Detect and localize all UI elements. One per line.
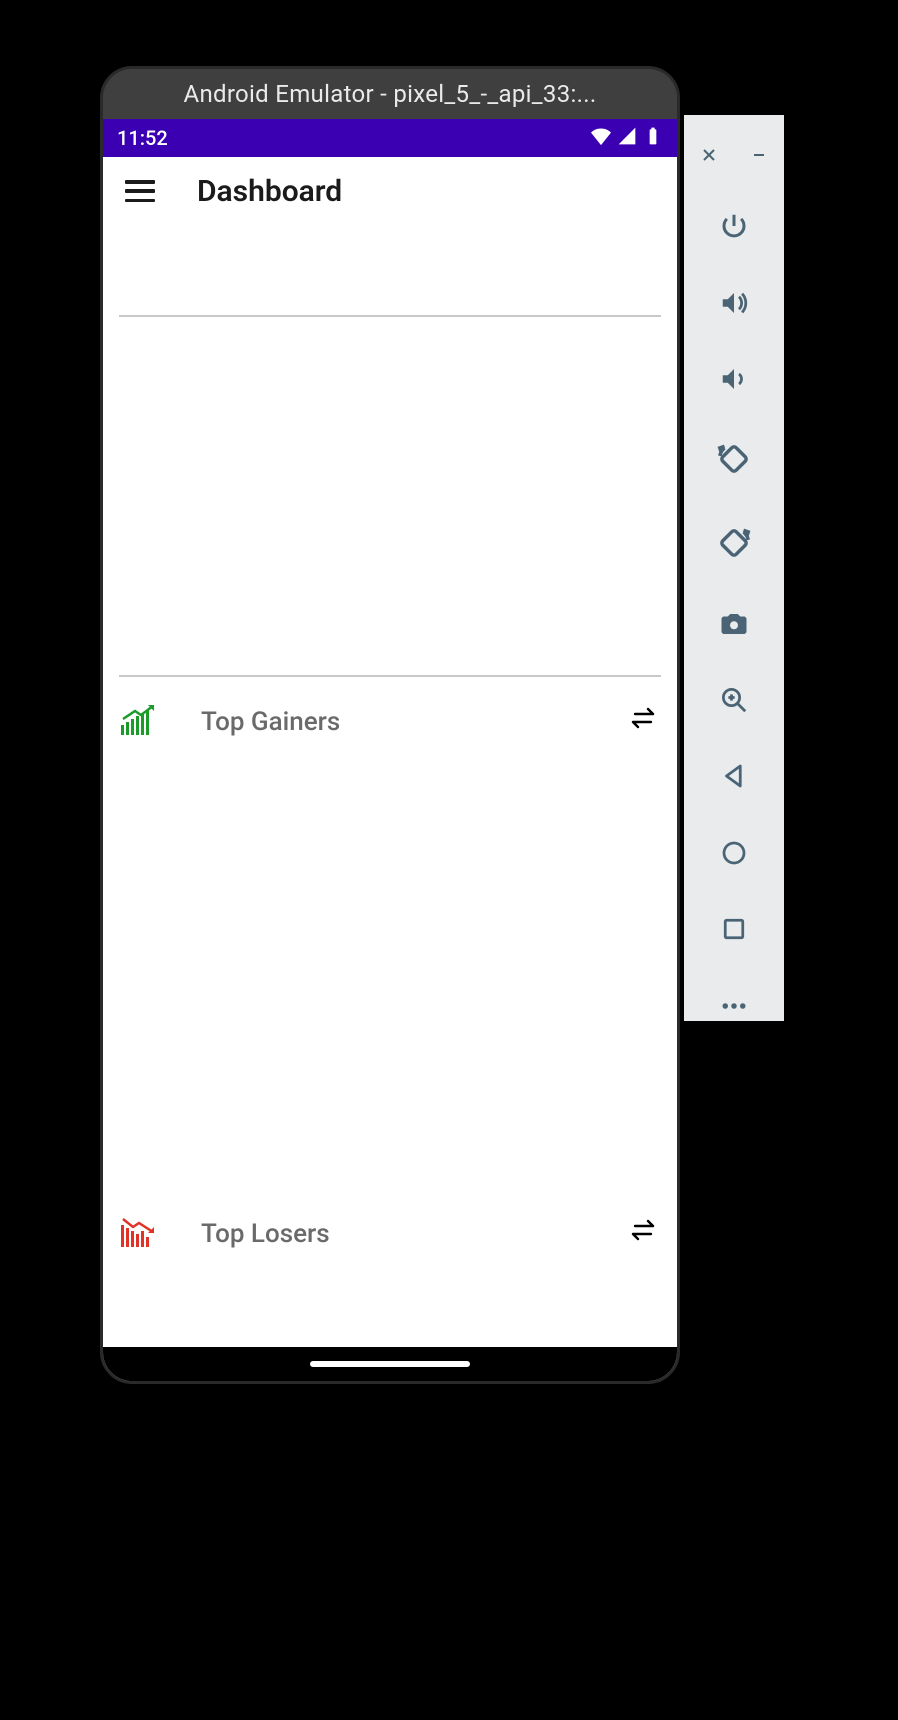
close-emulator-button[interactable] — [689, 135, 729, 175]
android-status-bar: 11:52 — [103, 119, 677, 157]
power-button[interactable] — [714, 211, 754, 241]
back-button[interactable] — [714, 761, 754, 791]
wifi-icon — [591, 126, 611, 151]
battery-icon — [643, 126, 663, 151]
background-strip — [784, 1045, 790, 1195]
chart-up-icon — [121, 705, 157, 739]
section-label: Top Losers — [201, 1219, 330, 1249]
chart-down-icon — [121, 1217, 157, 1251]
minimize-emulator-button[interactable] — [739, 135, 779, 175]
section-top-gainers[interactable]: Top Gainers — [117, 677, 663, 749]
zoom-button[interactable] — [714, 685, 754, 715]
section-top-losers[interactable]: Top Losers — [117, 1189, 663, 1261]
screenshot-button[interactable] — [714, 608, 754, 638]
top-losers-content — [117, 1261, 663, 1301]
app-bar: Dashboard — [103, 157, 677, 225]
blank-panel-middle — [117, 317, 663, 675]
menu-icon[interactable] — [125, 180, 155, 202]
emulator-device-frame: Android Emulator - pixel_5_-_api_33:... … — [100, 66, 680, 1384]
status-icons — [591, 126, 663, 151]
android-gesture-bar[interactable] — [103, 1347, 677, 1381]
emulator-title-bar: Android Emulator - pixel_5_-_api_33:... — [103, 69, 677, 119]
dashboard-content: Top Gainers — [103, 225, 677, 1347]
swap-icon[interactable] — [629, 1219, 657, 1241]
rotate-right-button[interactable] — [714, 524, 754, 562]
cellular-signal-icon — [617, 126, 637, 151]
more-options-button[interactable] — [714, 991, 754, 1021]
overview-button[interactable] — [714, 914, 754, 944]
rotate-left-button[interactable] — [714, 440, 754, 478]
swap-icon[interactable] — [629, 707, 657, 729]
home-button[interactable] — [714, 838, 754, 868]
device-screen: 11:52 Dashboard — [103, 119, 677, 1381]
blank-panel-top — [117, 225, 663, 315]
gesture-handle-icon[interactable] — [310, 1361, 470, 1367]
volume-down-button[interactable] — [714, 364, 754, 394]
emulator-title: Android Emulator - pixel_5_-_api_33:... — [184, 80, 597, 108]
section-label: Top Gainers — [201, 707, 340, 737]
emulator-control-panel — [684, 115, 784, 1021]
status-time: 11:52 — [117, 126, 168, 150]
page-title: Dashboard — [197, 174, 342, 209]
volume-up-button[interactable] — [714, 287, 754, 317]
top-gainers-content — [117, 749, 663, 1189]
